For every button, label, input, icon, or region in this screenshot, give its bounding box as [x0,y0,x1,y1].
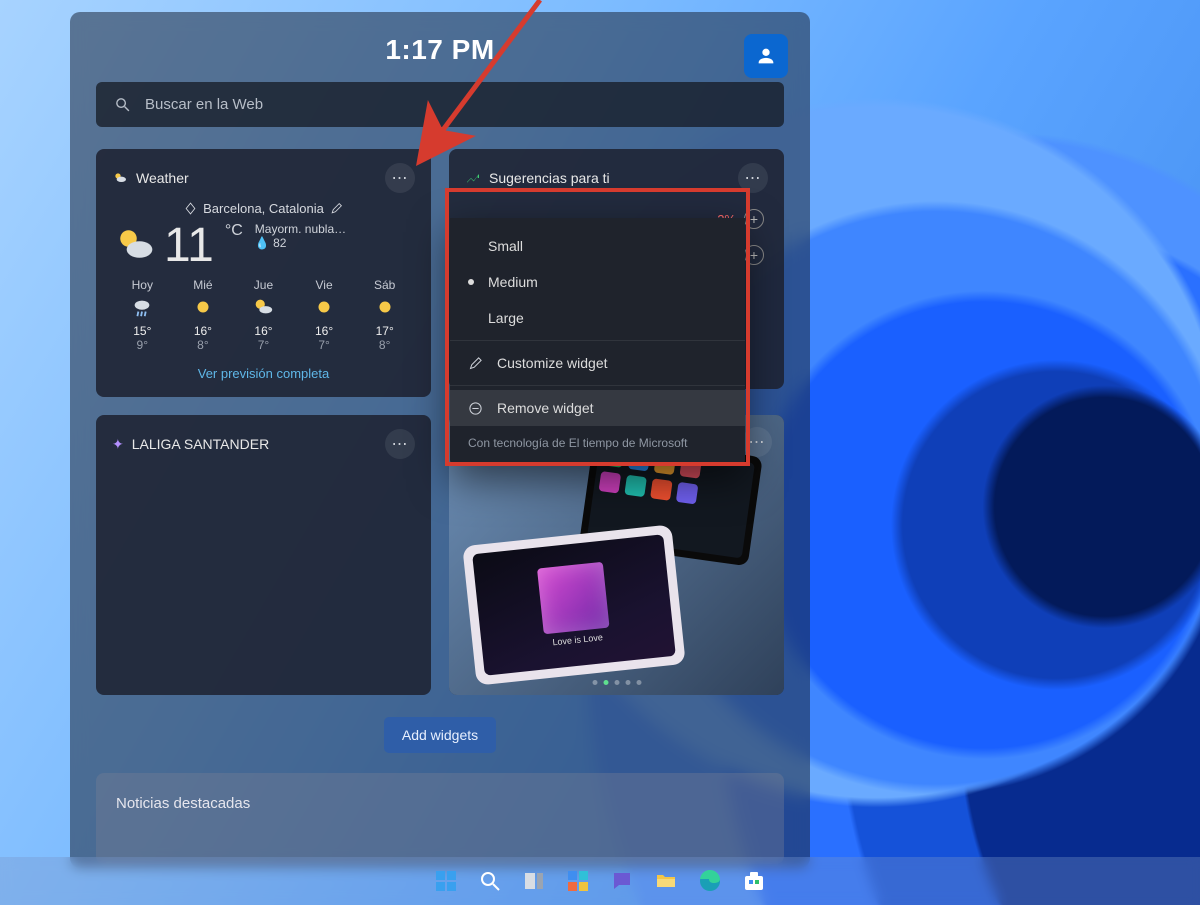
edit-icon[interactable] [330,202,343,215]
taskbar-widgets[interactable] [560,863,596,899]
search-icon [114,96,131,113]
weather-widget[interactable]: Weather ⋯ Barcelona, Catalonia 11 °C May… [96,149,431,397]
photos-more-button[interactable]: ⋯ [742,427,772,457]
laliga-title: LALIGA SANTANDER [132,436,377,452]
suggestions-more-button[interactable]: ⋯ [738,163,768,193]
sunny-icon [374,296,396,318]
taskbar-explorer[interactable] [648,863,684,899]
taskbar-search[interactable] [472,863,508,899]
pencil-icon [468,356,483,371]
sport-icon: ✦ [112,436,124,453]
taskbar [0,857,1200,905]
menu-size-large[interactable]: Large [450,300,745,336]
weather-location[interactable]: Barcelona, Catalonia [112,201,415,216]
laliga-more-button[interactable]: ⋯ [385,429,415,459]
trend-up-icon [465,170,481,186]
plus-icon[interactable]: + [744,245,764,265]
folder-icon [654,869,678,893]
taskbar-task-view[interactable] [516,863,552,899]
person-icon [755,45,777,67]
plus-icon[interactable]: + [744,209,764,229]
menu-size-medium[interactable]: Medium [450,264,745,300]
sunny-icon [313,296,335,318]
weather-summary: Mayorm. nubla… [255,222,346,236]
profile-button[interactable] [744,34,788,78]
taskbar-store[interactable] [736,863,772,899]
forecast-day[interactable]: Mié 16° 8° [173,278,234,352]
weather-icon [112,170,128,186]
forecast-day[interactable]: Hoy 15° 9° [112,278,173,352]
search-icon [478,869,502,893]
chat-icon [610,869,634,893]
weather-title: Weather [136,170,377,186]
add-widgets-button[interactable]: Add widgets [384,717,496,753]
rain-icon [131,296,153,318]
menu-remove-widget[interactable]: Remove widget [450,390,745,426]
forecast-day[interactable]: Sáb 17° 8° [354,278,415,352]
task-view-icon [522,869,546,893]
windows-icon [434,869,458,893]
edge-icon [698,869,722,893]
store-icon [742,869,766,893]
weather-temp: 11 [164,222,214,270]
selected-dot-icon [468,279,474,285]
forecast-day[interactable]: Vie 16° 7° [294,278,355,352]
weather-forecast: Hoy 15° 9° Mié 16° 8° Jue 16° 7° [112,278,415,352]
remove-icon [468,401,483,416]
forecast-day[interactable]: Jue 16° 7° [233,278,294,352]
search-placeholder: Buscar en la Web [145,96,263,113]
partly-cloudy-icon [112,222,156,266]
album-caption: Love is Love [544,631,611,648]
taskbar-chat[interactable] [604,863,640,899]
menu-customize-widget[interactable]: Customize widget [450,345,745,381]
laliga-widget[interactable]: ✦ LALIGA SANTANDER ⋯ [96,415,431,695]
search-bar[interactable]: Buscar en la Web [96,82,784,127]
location-icon [184,202,197,215]
menu-size-small[interactable]: Small [450,228,745,264]
panel-clock: 1:17 PM [96,34,784,66]
weather-unit: °C [225,222,243,240]
weather-more-button[interactable]: ⋯ [385,163,415,193]
weather-humidity: 💧 82 [255,236,346,250]
taskbar-edge[interactable] [692,863,728,899]
news-section[interactable]: Noticias destacadas [96,773,784,864]
menu-provider-footer: Con tecnología de El tiempo de Microsoft [450,426,745,454]
widget-context-menu: Small Medium Large Customize widget Remo… [450,218,745,466]
widgets-icon [566,869,590,893]
full-forecast-link[interactable]: Ver previsión completa [112,366,415,381]
sunny-icon [192,296,214,318]
taskbar-start[interactable] [428,863,464,899]
partly-cloudy-icon [252,296,274,318]
photo-dots[interactable] [592,680,641,685]
suggestions-title: Sugerencias para ti [489,170,730,186]
news-header: Noticias destacadas [116,795,250,812]
